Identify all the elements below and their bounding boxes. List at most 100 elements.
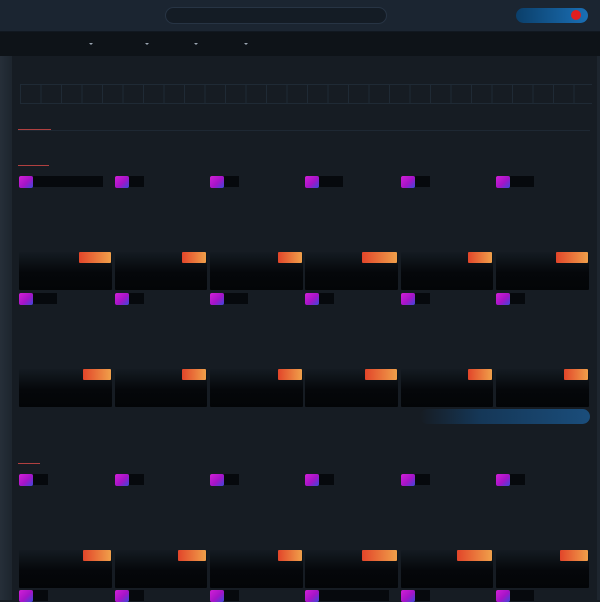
tile-title bbox=[510, 293, 525, 304]
tile-card[interactable] bbox=[210, 369, 303, 407]
tile-title bbox=[33, 176, 103, 187]
tile-card[interactable] bbox=[496, 550, 589, 588]
thumbnail-icon bbox=[210, 175, 224, 188]
tile-badge bbox=[83, 550, 111, 561]
tile-card[interactable] bbox=[115, 550, 207, 588]
tile-title bbox=[319, 176, 343, 187]
section-heading-underline bbox=[18, 463, 40, 464]
tile-label[interactable] bbox=[305, 473, 334, 486]
nav-menu-3-chevron-down-icon[interactable] bbox=[194, 43, 198, 45]
tile-card[interactable] bbox=[401, 550, 493, 588]
tile-label[interactable] bbox=[210, 473, 239, 486]
status-indicator-icon bbox=[571, 10, 581, 20]
tile-label[interactable] bbox=[401, 589, 430, 602]
tile-badge bbox=[182, 369, 206, 380]
tile-label[interactable] bbox=[19, 292, 57, 305]
tile-badge bbox=[182, 252, 206, 263]
tile-title bbox=[129, 176, 144, 187]
tile-badge bbox=[83, 369, 111, 380]
tile-title bbox=[319, 474, 334, 485]
thumbnail-icon bbox=[305, 292, 319, 305]
thumbnail-icon bbox=[401, 175, 415, 188]
category-grid-strip bbox=[20, 84, 592, 104]
top-header bbox=[0, 0, 600, 32]
tile-label[interactable] bbox=[496, 175, 534, 188]
thumbnail-icon bbox=[401, 292, 415, 305]
tile-label[interactable] bbox=[210, 175, 239, 188]
tile-card[interactable] bbox=[305, 369, 398, 407]
tile-badge bbox=[560, 550, 588, 561]
load-more-bar[interactable] bbox=[420, 409, 590, 424]
nav-menu-1-chevron-down-icon[interactable] bbox=[89, 43, 93, 45]
nav-bar bbox=[0, 32, 600, 56]
tile-label[interactable] bbox=[19, 175, 103, 188]
tile-label[interactable] bbox=[401, 292, 430, 305]
tile-card[interactable] bbox=[115, 252, 207, 290]
thumbnail-icon bbox=[115, 175, 129, 188]
tile-card[interactable] bbox=[19, 369, 112, 407]
thumbnail-icon bbox=[401, 473, 415, 486]
tile-title bbox=[415, 590, 430, 601]
tile-label[interactable] bbox=[115, 473, 144, 486]
tile-card[interactable] bbox=[401, 252, 493, 290]
thumbnail-icon bbox=[210, 473, 224, 486]
thumbnail-icon bbox=[115, 292, 129, 305]
tile-badge bbox=[468, 369, 492, 380]
sidebar-rail bbox=[0, 56, 12, 600]
tile-label[interactable] bbox=[115, 589, 144, 602]
tile-label[interactable] bbox=[305, 175, 343, 188]
tile-badge bbox=[362, 550, 397, 561]
tile-label[interactable] bbox=[19, 589, 48, 602]
thumbnail-icon bbox=[19, 473, 33, 486]
tile-title bbox=[510, 590, 534, 601]
tile-badge bbox=[278, 369, 302, 380]
tile-label[interactable] bbox=[496, 292, 525, 305]
status-toggle[interactable] bbox=[516, 8, 588, 23]
tile-card[interactable] bbox=[210, 550, 303, 588]
tile-title bbox=[33, 590, 48, 601]
tile-label[interactable] bbox=[210, 292, 248, 305]
tile-label[interactable] bbox=[401, 175, 430, 188]
tile-label[interactable] bbox=[401, 473, 430, 486]
tile-title bbox=[129, 293, 144, 304]
nav-menu-2-chevron-down-icon[interactable] bbox=[145, 43, 149, 45]
tile-title bbox=[319, 590, 389, 601]
tile-label[interactable] bbox=[496, 589, 534, 602]
tile-badge bbox=[178, 550, 206, 561]
tile-card[interactable] bbox=[305, 550, 398, 588]
tile-card[interactable] bbox=[496, 369, 589, 407]
tile-label[interactable] bbox=[19, 473, 48, 486]
nav-menu-4-chevron-down-icon[interactable] bbox=[244, 43, 248, 45]
tile-label[interactable] bbox=[115, 175, 144, 188]
section-divider bbox=[18, 130, 590, 131]
tile-card[interactable] bbox=[305, 252, 398, 290]
tile-label[interactable] bbox=[496, 473, 525, 486]
tile-badge bbox=[79, 252, 111, 263]
search-input[interactable] bbox=[165, 7, 387, 24]
tile-title bbox=[129, 590, 144, 601]
thumbnail-icon bbox=[496, 292, 510, 305]
tile-title bbox=[33, 293, 57, 304]
thumbnail-icon bbox=[305, 175, 319, 188]
tile-label[interactable] bbox=[210, 589, 239, 602]
tile-badge bbox=[556, 252, 588, 263]
tile-card[interactable] bbox=[115, 369, 207, 407]
tile-card[interactable] bbox=[19, 550, 112, 588]
tile-badge bbox=[362, 252, 397, 263]
tile-label[interactable] bbox=[305, 292, 334, 305]
tile-title bbox=[415, 474, 430, 485]
tile-badge bbox=[278, 252, 302, 263]
tile-title bbox=[224, 474, 239, 485]
tile-title bbox=[224, 590, 239, 601]
tile-label[interactable] bbox=[305, 589, 389, 602]
tile-card[interactable] bbox=[210, 252, 303, 290]
tile-title bbox=[415, 176, 430, 187]
tile-title bbox=[33, 474, 48, 485]
thumbnail-icon bbox=[115, 473, 129, 486]
tile-card[interactable] bbox=[401, 369, 493, 407]
thumbnail-icon bbox=[19, 292, 33, 305]
tile-label[interactable] bbox=[115, 292, 144, 305]
tile-card[interactable] bbox=[496, 252, 589, 290]
tile-card[interactable] bbox=[19, 252, 112, 290]
tile-badge bbox=[365, 369, 397, 380]
